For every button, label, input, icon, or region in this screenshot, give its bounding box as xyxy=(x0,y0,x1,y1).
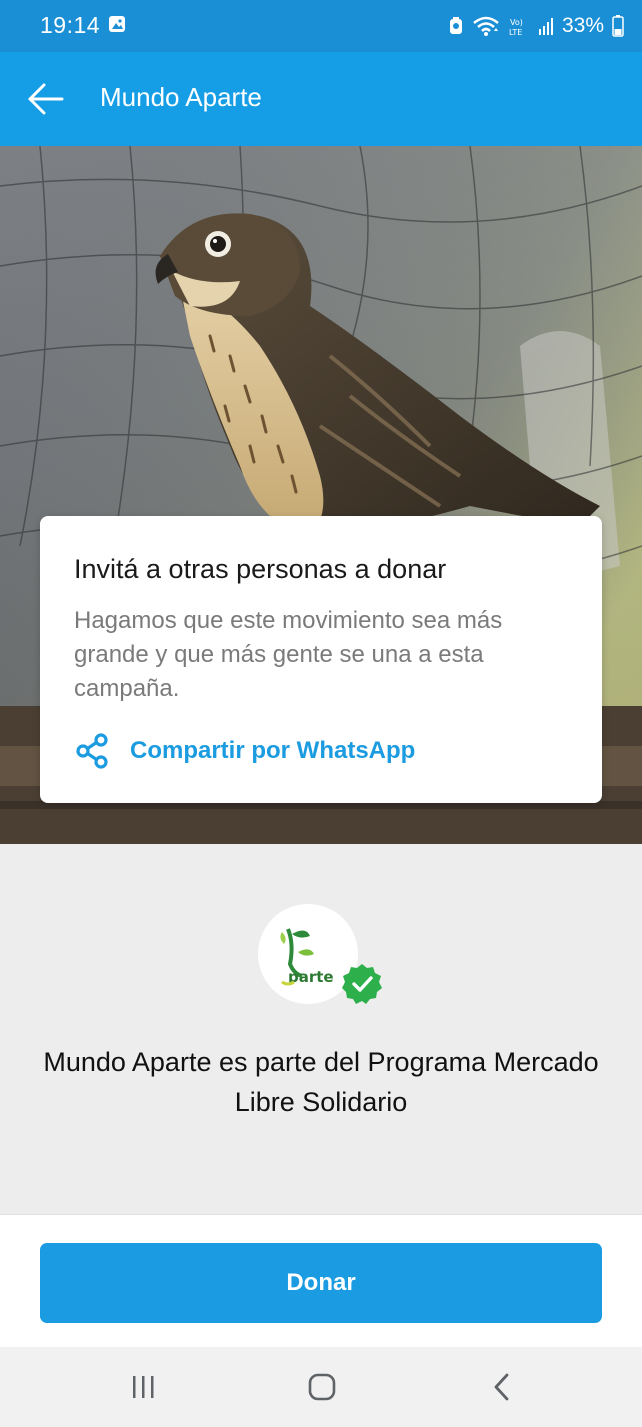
network-label: LTE xyxy=(509,28,522,37)
battery-icon xyxy=(612,15,624,37)
bottom-bar: Donar xyxy=(0,1214,642,1348)
back-button[interactable] xyxy=(18,72,74,126)
gallery-icon xyxy=(108,15,126,33)
program-section: parte Mundo Aparte es parte del Programa… xyxy=(0,844,642,1214)
recent-apps-icon xyxy=(133,1376,154,1398)
wifi-icon xyxy=(472,15,500,37)
system-back-button[interactable] xyxy=(480,1367,524,1407)
share-label: Compartir por WhatsApp xyxy=(130,737,416,764)
system-nav-bar xyxy=(0,1347,642,1427)
status-bar: 19:14 Vo) LTE 33% xyxy=(0,0,642,52)
battery-percent: 33% xyxy=(561,14,604,37)
status-time: 19:14 xyxy=(40,12,101,38)
invite-description: Hagamos que este movimiento sea más gran… xyxy=(74,607,503,702)
app-bar: Mundo Aparte xyxy=(0,52,642,146)
page-title: Mundo Aparte xyxy=(100,82,262,112)
home-button[interactable] xyxy=(300,1367,344,1407)
signal-icon xyxy=(538,17,554,35)
alarm-icon xyxy=(448,16,464,36)
invite-title: Invitá a otras personas a donar xyxy=(74,554,447,584)
home-icon xyxy=(308,1373,336,1401)
arrow-left-icon xyxy=(28,83,64,115)
svg-text:parte: parte xyxy=(288,968,334,986)
program-text: Mundo Aparte es parte del Programa Merca… xyxy=(43,1047,599,1117)
status-icons: Vo) LTE 33% xyxy=(448,10,624,42)
invite-card: Invitá a otras personas a donar Hagamos … xyxy=(40,516,602,803)
check-icon xyxy=(340,962,384,1006)
volte-icon: Vo) LTE xyxy=(508,15,530,37)
share-icon xyxy=(76,733,108,769)
chevron-left-icon xyxy=(494,1373,509,1401)
recent-apps-button[interactable] xyxy=(121,1367,165,1407)
donate-button[interactable]: Donar xyxy=(40,1243,602,1323)
svg-text:Vo): Vo) xyxy=(510,18,523,27)
share-whatsapp-link[interactable]: Compartir por WhatsApp xyxy=(74,731,415,771)
